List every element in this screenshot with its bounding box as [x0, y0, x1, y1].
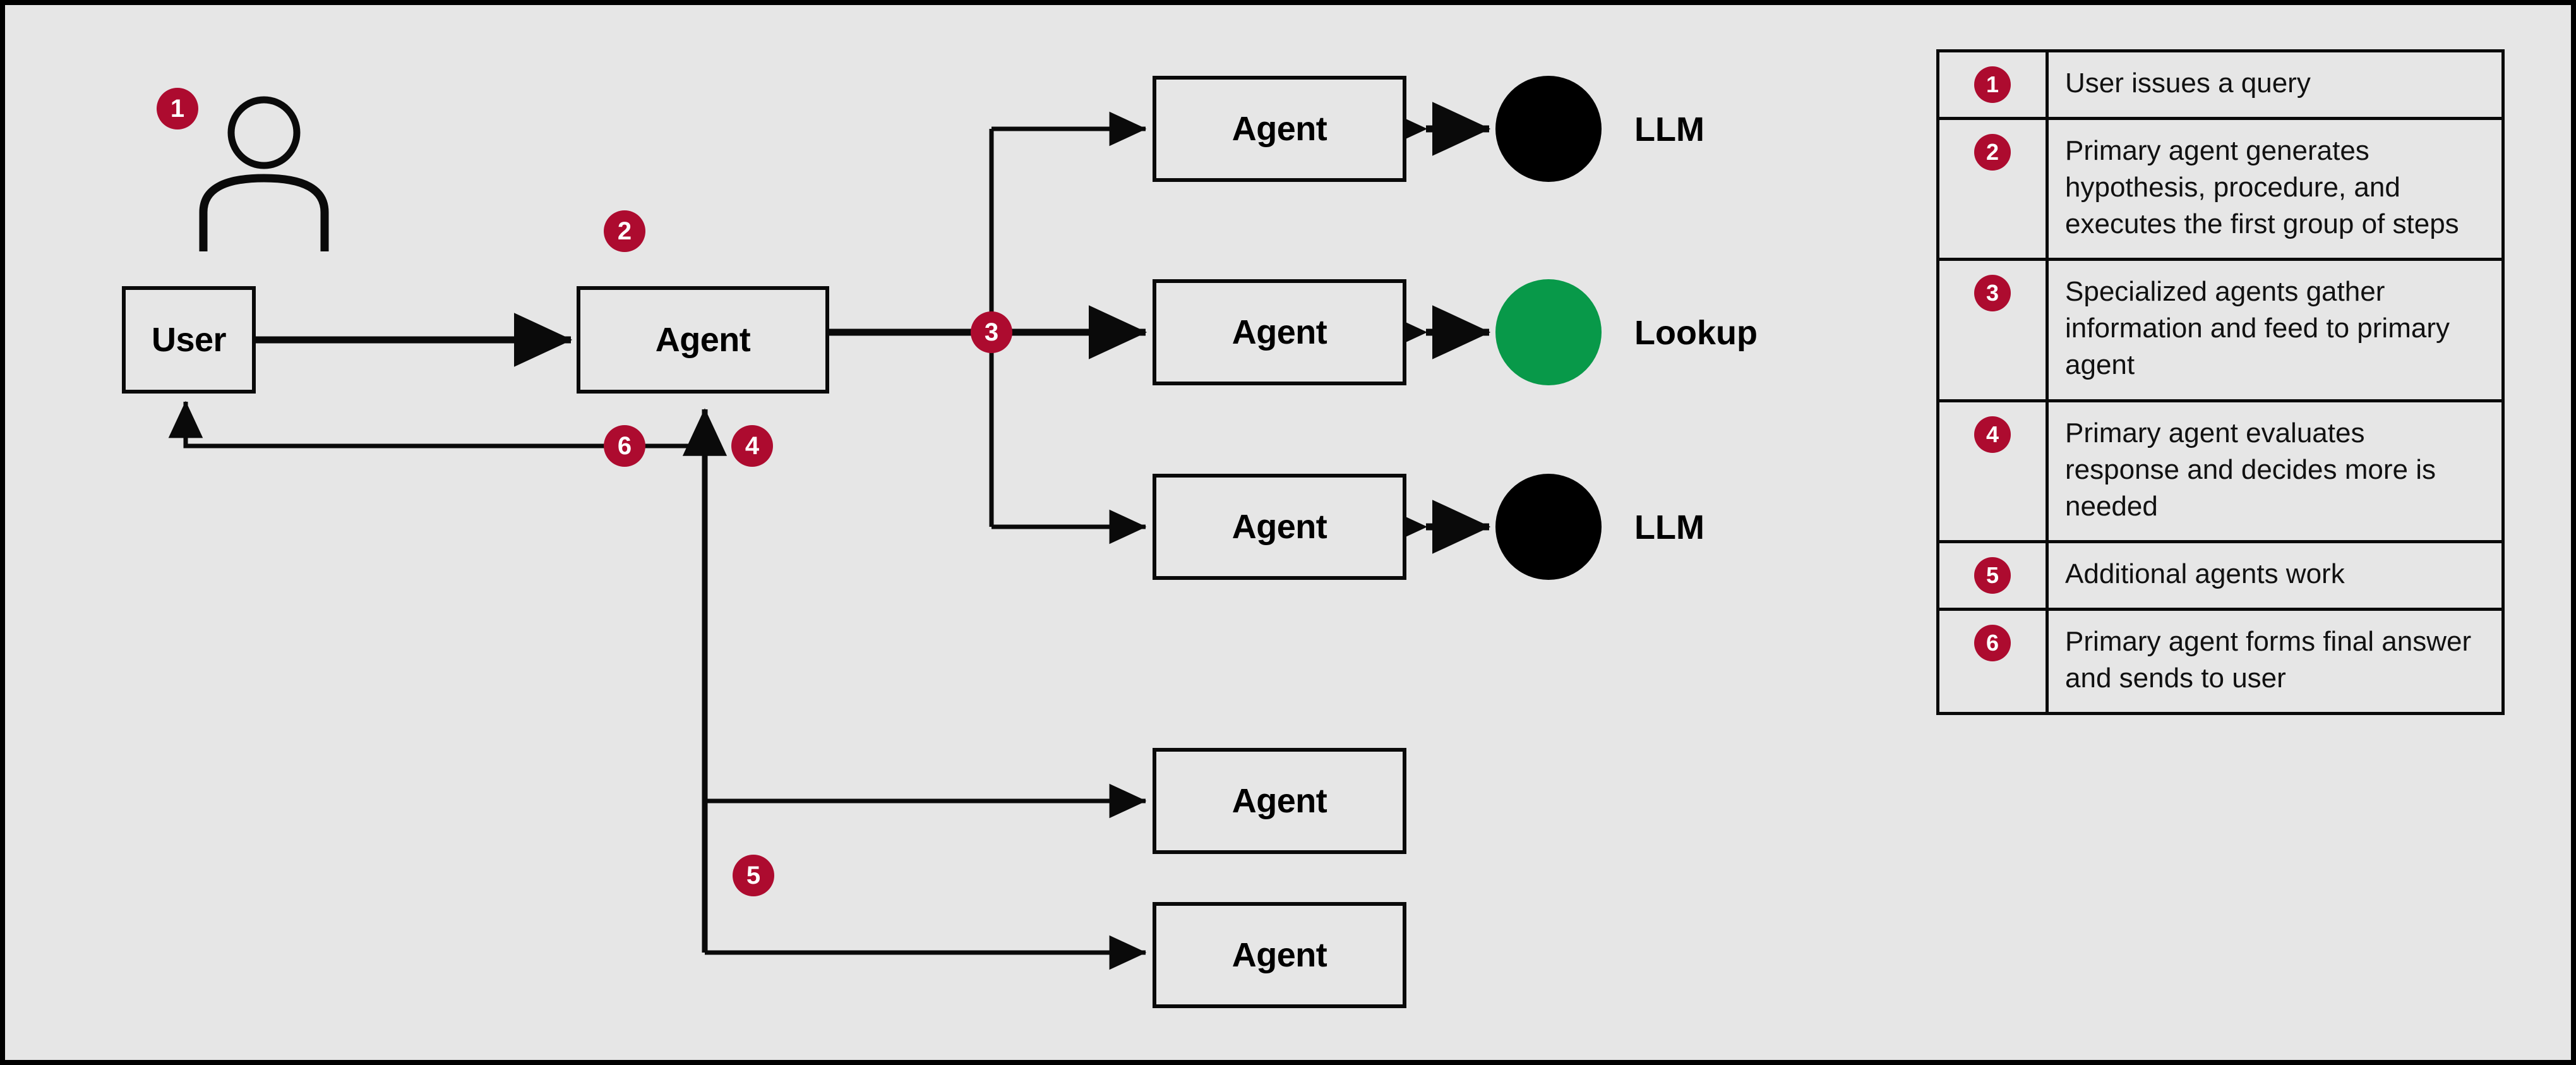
legend-badge-6-number: 6: [1986, 629, 1999, 656]
legend-text-6: Primary agent forms final answer and sen…: [2046, 607, 2505, 716]
node-agent-llm-bottom[interactable]: Agent: [1153, 474, 1406, 580]
legend-badge-2-number: 2: [1986, 139, 1999, 165]
legend-table: 1 User issues a query 2 Primary agent ge…: [1936, 49, 2505, 716]
legend-badge-4: 4: [1974, 416, 2011, 453]
node-user-label: User: [151, 321, 227, 359]
legend-badge-cell: 5: [1936, 539, 2049, 611]
legend-text-4: Primary agent evaluates response and dec…: [2046, 399, 2505, 543]
step-badge-6[interactable]: 6: [604, 425, 645, 467]
legend-row: 2 Primary agent generates hypothesis, pr…: [1936, 117, 2505, 262]
diagram-canvas: User Agent Agent Agent Agent Agent Agent…: [0, 0, 2576, 1065]
node-agent-llm-top-label: Agent: [1231, 110, 1327, 148]
legend-badge-5-number: 5: [1986, 562, 1999, 588]
step-badge-3-number: 3: [984, 318, 999, 346]
legend-badge-cell: 6: [1936, 607, 2049, 716]
legend-row: 3 Specialized agents gather information …: [1936, 258, 2505, 402]
step-badge-5-number: 5: [746, 861, 761, 889]
step-badge-1-number: 1: [170, 94, 185, 123]
lookup-circle-icon: [1495, 279, 1602, 385]
llm-top-label: LLM: [1634, 111, 1704, 148]
legend-badge-6: 6: [1974, 624, 2011, 661]
legend-row: 1 User issues a query: [1936, 49, 2505, 121]
step-badge-6-number: 6: [617, 431, 632, 460]
node-agent-extra-top-label: Agent: [1231, 782, 1327, 820]
legend-text-2: Primary agent generates hypothesis, proc…: [2046, 117, 2505, 262]
legend-badge-cell: 4: [1936, 399, 2049, 543]
legend-text-5: Additional agents work: [2046, 539, 2505, 611]
node-agent-lookup[interactable]: Agent: [1153, 279, 1406, 385]
step-badge-2-number: 2: [617, 217, 632, 245]
legend-badge-3: 3: [1974, 275, 2011, 312]
legend-badge-1: 1: [1974, 66, 2011, 103]
llm-bottom-label: LLM: [1634, 508, 1704, 546]
legend-badge-5: 5: [1974, 557, 2011, 594]
step-badge-2[interactable]: 2: [604, 210, 645, 252]
legend-row: 4 Primary agent evaluates response and d…: [1936, 399, 2505, 543]
legend-badge-4-number: 4: [1986, 421, 1999, 447]
legend-badge-3-number: 3: [1986, 280, 1999, 306]
node-primary-agent-label: Agent: [655, 321, 751, 359]
lookup-label: Lookup: [1634, 314, 1758, 352]
legend-row: 6 Primary agent forms final answer and s…: [1936, 607, 2505, 716]
legend-badge-cell: 3: [1936, 258, 2049, 402]
legend-badge-cell: 1: [1936, 49, 2049, 121]
node-user[interactable]: User: [122, 286, 256, 394]
node-agent-extra-top[interactable]: Agent: [1153, 748, 1406, 854]
legend-badge-cell: 2: [1936, 117, 2049, 262]
step-badge-5[interactable]: 5: [733, 855, 774, 896]
node-agent-llm-bottom-label: Agent: [1231, 508, 1327, 546]
user-person-icon: [199, 96, 329, 251]
legend-text-3: Specialized agents gather information an…: [2046, 258, 2505, 402]
node-agent-lookup-label: Agent: [1231, 313, 1327, 351]
step-badge-4-number: 4: [745, 431, 760, 460]
llm-bottom-circle-icon: [1495, 474, 1602, 580]
step-badge-4[interactable]: 4: [731, 425, 773, 467]
step-badge-3[interactable]: 3: [971, 311, 1012, 353]
node-primary-agent[interactable]: Agent: [577, 286, 829, 394]
node-agent-llm-top[interactable]: Agent: [1153, 76, 1406, 182]
legend-badge-2: 2: [1974, 134, 2011, 171]
legend-row: 5 Additional agents work: [1936, 539, 2505, 611]
node-agent-extra-bottom[interactable]: Agent: [1153, 902, 1406, 1008]
node-agent-extra-bottom-label: Agent: [1231, 936, 1327, 974]
legend-badge-1-number: 1: [1986, 71, 1999, 97]
llm-top-circle-icon: [1495, 76, 1602, 182]
step-badge-1[interactable]: 1: [157, 88, 198, 129]
legend-text-1: User issues a query: [2046, 49, 2505, 121]
